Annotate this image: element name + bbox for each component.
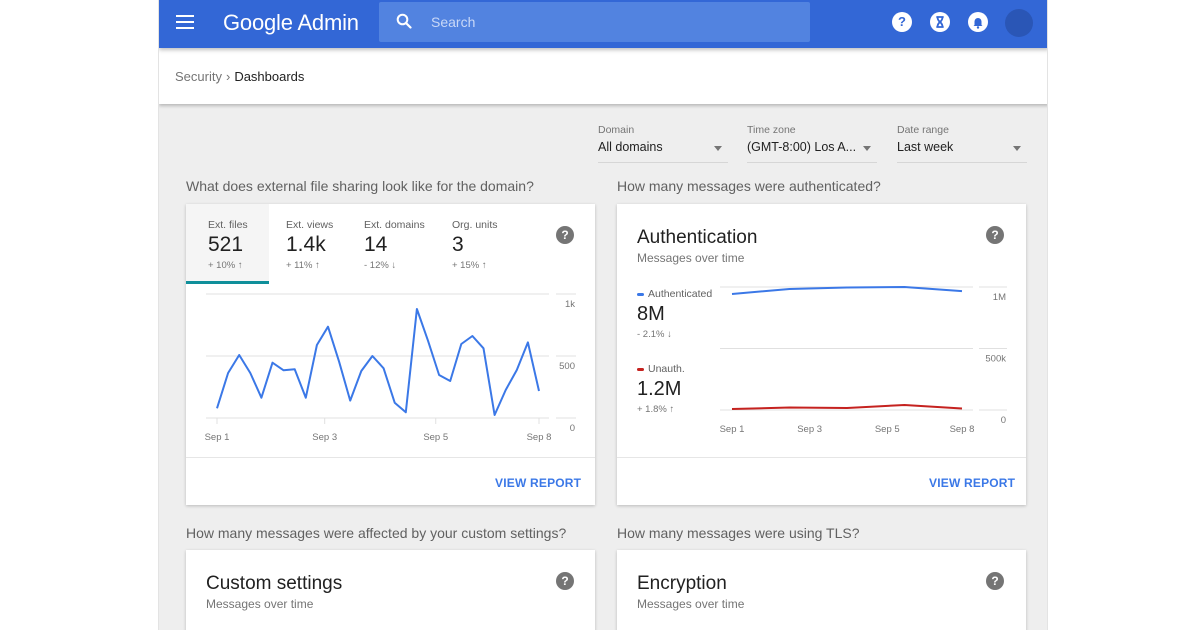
x-tick-label: Sep 3 [312,432,337,443]
y-tick-label: 1M [993,292,1006,303]
encryption-question: How many messages were using TLS? [617,525,860,541]
authentication-question: How many messages were authenticated? [617,178,881,194]
stat-delta: + 10% ↑ [208,260,243,271]
timezone-filter: Time zone (GMT-8:00) Los A... [747,124,877,163]
trend-up-icon: ↑ [482,260,487,271]
search-input[interactable] [431,2,791,42]
breadcrumb-bar: Security › Dashboards [159,48,1048,104]
x-tick-label: Sep 8 [950,424,975,435]
card-subtitle: Messages over time [637,251,744,265]
card-title: Encryption [637,573,727,595]
date-range-select[interactable]: Last week [897,140,1027,163]
ext-files-line-chart: 0 500 1k Sep 1 Sep 3 Sep 5 Sep 8 [186,284,595,454]
date-range-filter-label: Date range [897,124,1027,136]
timezone-select[interactable]: (GMT-8:00) Los A... [747,140,877,163]
y-tick-label: 1k [565,299,575,310]
breadcrumb-current: Dashboards [234,69,304,84]
app-logo[interactable]: Google Admin [223,10,359,36]
apps-icon[interactable] [930,12,950,32]
admin-console-frame: Google Admin ? Security › Dashboards [158,0,1048,630]
stat-value: 1.4k [286,233,326,257]
x-tick-label: Sep 3 [797,424,822,435]
card-divider [186,457,595,458]
y-tick-label: 0 [570,423,575,434]
card-divider [617,457,1026,458]
trend-up-icon: ↑ [238,260,243,271]
stat-label: Ext. views [286,219,333,231]
card-title: Custom settings [206,573,342,595]
x-tick-label: Sep 5 [423,432,448,443]
stat-tab-org-units[interactable]: Org. units 3 + 15% ↑ [435,204,515,284]
hourglass-icon [930,12,950,32]
domain-filter: Domain All domains [598,124,728,163]
stat-tab-ext-views[interactable]: Ext. views 1.4k + 11% ↑ [269,204,347,284]
external-sharing-card: Ext. files 521 + 10% ↑ Ext. views 1.4k +… [186,204,595,505]
stat-tab-ext-files[interactable]: Ext. files 521 + 10% ↑ [186,204,269,284]
domain-select[interactable]: All domains [598,140,728,163]
stat-label: Ext. domains [364,219,425,231]
x-tick-label: Sep 1 [720,424,745,435]
view-report-button[interactable]: VIEW REPORT [929,476,1015,490]
stat-label: Ext. files [208,219,248,231]
stat-value: 3 [452,233,464,257]
stat-tab-ext-domains[interactable]: Ext. domains 14 - 12% ↓ [347,204,435,284]
dropdown-arrow-icon [714,146,722,151]
dropdown-arrow-icon [863,146,871,151]
help-icon[interactable]: ? [986,572,1004,590]
timezone-filter-label: Time zone [747,124,877,136]
y-tick-label: 500 [559,361,575,372]
y-tick-label: 0 [1001,415,1006,426]
search-icon [396,13,412,29]
help-icon[interactable]: ? [986,226,1004,244]
timezone-select-value: (GMT-8:00) Los A... [747,140,856,154]
authentication-card: Authentication Messages over time ? Auth… [617,204,1026,505]
date-range-filter: Date range Last week [897,124,1027,163]
notifications-icon[interactable] [968,12,988,32]
stat-label: Org. units [452,219,498,231]
hamburger-menu-icon[interactable] [176,15,194,29]
x-tick-label: Sep 8 [527,432,552,443]
sharing-question: What does external file sharing look lik… [186,178,534,194]
trend-up-icon: ↑ [315,260,320,271]
encryption-card: Encryption Messages over time ? [617,550,1026,630]
bell-icon [968,12,988,32]
card-subtitle: Messages over time [206,597,313,611]
card-title: Authentication [637,227,757,249]
series-line-unauth [732,405,962,409]
stat-value: 521 [208,233,243,257]
trend-down-icon: ↓ [391,260,396,271]
series-line-authenticated [732,287,962,294]
y-tick-label: 500k [985,354,1006,365]
authentication-line-chart: 0 500k 1M Sep 1 Sep 3 Sep 5 Sep 8 [617,274,1026,444]
date-range-select-value: Last week [897,140,953,154]
top-app-bar: Google Admin ? [159,0,1048,48]
view-report-button[interactable]: VIEW REPORT [495,476,581,490]
breadcrumb: Security › Dashboards [175,69,304,84]
stat-value: 14 [364,233,387,257]
series-line-ext-files [217,309,539,415]
domain-select-value: All domains [598,140,663,154]
search-box[interactable] [379,2,810,42]
domain-filter-label: Domain [598,124,728,136]
help-icon[interactable]: ? [556,226,574,244]
card-subtitle: Messages over time [637,597,744,611]
custom-settings-question: How many messages were affected by your … [186,525,566,541]
stat-delta: + 11% ↑ [286,260,320,271]
stat-delta: + 15% ↑ [452,260,487,271]
breadcrumb-security-link[interactable]: Security [175,69,222,84]
stat-delta: - 12% ↓ [364,260,396,271]
help-icon[interactable]: ? [556,572,574,590]
x-tick-label: Sep 5 [875,424,900,435]
chevron-right-icon: › [226,69,230,84]
dropdown-arrow-icon [1013,146,1021,151]
custom-settings-card: Custom settings Messages over time ? [186,550,595,630]
x-tick-label: Sep 1 [205,432,230,443]
account-avatar[interactable] [1005,9,1033,37]
help-icon[interactable]: ? [892,12,912,32]
